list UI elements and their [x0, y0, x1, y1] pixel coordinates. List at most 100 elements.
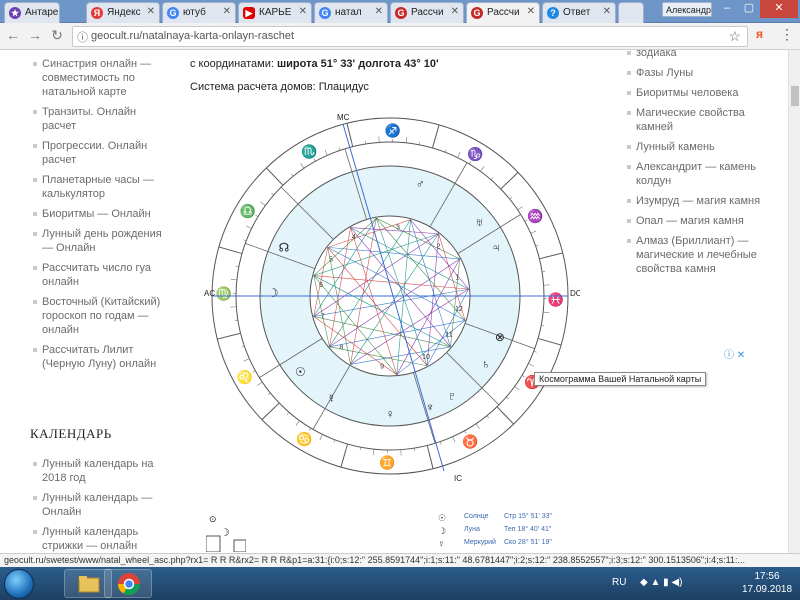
language-indicator[interactable]: RU: [612, 577, 626, 588]
chrome-icon: [105, 570, 153, 599]
close-icon[interactable]: ✕: [375, 6, 383, 17]
legend-symbol: ☽: [438, 526, 446, 537]
tab-label: ютуб: [183, 7, 206, 18]
tab-3[interactable]: ▶ КАРЬЕ ✕: [238, 2, 312, 23]
close-icon[interactable]: ✕: [603, 6, 611, 17]
left-link[interactable]: Прогрессии. Онлайн расчет: [42, 139, 167, 167]
zodiac-sign-glyph: ♎: [240, 204, 256, 219]
info-icon[interactable]: ⓘ: [77, 29, 88, 45]
scrollbar-thumb[interactable]: [791, 86, 799, 106]
status-bar-url: geocult.ru/swetest/www/natal_wheel_asc.p…: [0, 553, 800, 567]
close-icon[interactable]: ✕: [527, 6, 535, 17]
page-scrollbar[interactable]: [788, 50, 800, 553]
tab-2[interactable]: G ютуб ✕: [162, 2, 236, 23]
reload-icon[interactable]: ↻: [48, 27, 66, 44]
tab-1[interactable]: Я Яндекс ✕: [86, 2, 160, 23]
zodiac-sign-glyph: ♊: [379, 455, 395, 470]
right-link[interactable]: Лунный камень: [636, 140, 766, 154]
tab-5[interactable]: G Рассчи ✕: [390, 2, 464, 23]
house-system-label: Система расчета домов: Плацидус: [190, 81, 369, 93]
ac-label: AC: [204, 289, 215, 298]
tab-6-active[interactable]: G Рассчи ✕: [466, 2, 540, 23]
right-link[interactable]: Изумруд — магия камня: [636, 194, 766, 208]
new-tab-button[interactable]: [618, 2, 644, 23]
left-link[interactable]: Синастрия онлайн — совместимость по ната…: [42, 57, 167, 99]
calendar-link[interactable]: Лунный календарь на 2018 год: [42, 457, 167, 485]
close-window-button[interactable]: ✕: [760, 0, 798, 18]
legend-name: Меркурий: [464, 539, 496, 546]
zodiac-sign-glyph: ♑: [467, 147, 483, 162]
house-number: 8: [339, 344, 343, 351]
coords-value: широта 51° 33' долгота 43° 10': [277, 58, 439, 70]
right-link[interactable]: зодиака: [636, 50, 766, 60]
tab-bar: ★ Антаре Я Яндекс ✕ G ютуб ✕ ▶ КАРЬЕ ✕ G…: [0, 0, 800, 23]
left-link[interactable]: Рассчитать Лилит (Черную Луну) онлайн: [42, 343, 167, 371]
tab-label: Рассчи: [411, 7, 444, 18]
right-link[interactable]: Александрит — камень колдун: [636, 160, 766, 188]
close-icon[interactable]: ✕: [451, 6, 459, 17]
left-link[interactable]: Восточный (Китайский) гороскоп по годам …: [42, 295, 167, 337]
right-link[interactable]: Опал — магия камня: [636, 214, 766, 228]
coords-prefix: с координатами:: [190, 58, 274, 70]
minimize-button[interactable]: –: [716, 0, 738, 18]
calendar-link[interactable]: Лунный календарь — Онлайн: [42, 491, 167, 519]
tray-icons[interactable]: ◆ ▲ ▮ ◀): [640, 577, 682, 588]
forward-icon[interactable]: →: [26, 27, 44, 43]
yandex-icon: Я: [91, 7, 103, 19]
tab-0[interactable]: ★ Антаре: [4, 2, 60, 23]
google-icon: G: [167, 7, 179, 19]
calendar-link-list: Лунный календарь на 2018 год Лунный кале…: [42, 457, 167, 553]
zodiac-sign-glyph: ♐: [385, 123, 401, 138]
close-icon[interactable]: ✕: [147, 6, 155, 17]
legend-symbol: ☉: [438, 513, 446, 524]
planet-glyph: ♇: [448, 389, 457, 403]
planet-glyph: ☽: [268, 286, 279, 300]
bookmark-star-icon[interactable]: ☆: [728, 28, 741, 45]
left-link[interactable]: Рассчитать число гуа онлайн: [42, 261, 167, 289]
left-link[interactable]: Планетарные часы — калькулятор: [42, 173, 167, 201]
planet-glyph: ♂: [416, 177, 425, 191]
small-chart-thumb: ⊙ ☽: [206, 512, 246, 552]
right-link[interactable]: Алмаз (Бриллиант) — магические и лечебны…: [636, 234, 766, 276]
page-content: Синастрия онлайн — совместимость по ната…: [0, 50, 788, 553]
left-link[interactable]: Биоритмы — Онлайн: [42, 207, 167, 221]
legend-position: Ско 28° 51' 19": [504, 539, 552, 546]
calendar-heading: КАЛЕНДАРЬ: [30, 426, 112, 442]
tab-label: Рассчи: [487, 7, 520, 18]
legend-name: Солнце: [464, 513, 489, 520]
right-link[interactable]: Биоритмы человека: [636, 86, 766, 100]
close-icon[interactable]: ✕: [223, 6, 231, 17]
browser-toolbar: ← → ↻ ⓘ geocult.ru/natalnaya-karta-onlay…: [0, 23, 800, 50]
windows-taskbar: RU ◆ ▲ ▮ ◀) 17:56 17.09.2018: [0, 567, 800, 600]
zodiac-sign-glyph: ♌: [237, 369, 253, 384]
close-icon[interactable]: ✕: [299, 6, 307, 17]
calendar-link[interactable]: Лунный календарь стрижки — онлайн: [42, 525, 167, 553]
planet-glyph: ♅: [475, 215, 484, 229]
tab-4[interactable]: G натал ✕: [314, 2, 388, 23]
right-link[interactable]: Магические свойства камней: [636, 106, 766, 134]
svg-text:☽: ☽: [220, 527, 230, 539]
natal-chart-wheel[interactable]: 789101112123456 ♌♋♊♉♈♓♒♑♐♏♎♍♄⊗☽☊♂♃♅☉☿♀♆♇…: [200, 106, 580, 486]
youtube-icon: ▶: [243, 7, 255, 19]
chrome-taskbar-button[interactable]: [104, 569, 152, 598]
zodiac-sign-glyph: ♉: [462, 434, 478, 449]
left-link[interactable]: Лунный день рождения — Онлайн: [42, 227, 167, 255]
user-profile-button[interactable]: Александр: [662, 2, 712, 17]
address-bar[interactable]: ⓘ geocult.ru/natalnaya-karta-onlayn-rasc…: [72, 26, 748, 47]
start-button[interactable]: [4, 569, 34, 599]
menu-icon[interactable]: ⋮: [780, 26, 794, 43]
zodiac-sign-glyph: ♏: [301, 144, 317, 159]
right-link[interactable]: Фазы Луны: [636, 66, 766, 80]
yandex-extension-icon[interactable]: я: [756, 27, 763, 41]
help-icon: ?: [547, 7, 559, 19]
ad-choices-icon[interactable]: ⓘ ✕: [724, 346, 745, 361]
zodiac-sign-glyph: ♍: [216, 286, 232, 301]
tab-7[interactable]: ? Ответ ✕: [542, 2, 616, 23]
system-clock[interactable]: 17:56 17.09.2018: [736, 570, 798, 596]
tab-label: Антаре: [25, 7, 58, 18]
back-icon[interactable]: ←: [4, 27, 22, 43]
left-link[interactable]: Транзиты. Онлайн расчет: [42, 105, 167, 133]
google-icon: G: [319, 7, 331, 19]
maximize-button[interactable]: ▢: [738, 0, 760, 18]
chart-tooltip: Космограмма Вашей Натальной карты: [534, 372, 706, 386]
